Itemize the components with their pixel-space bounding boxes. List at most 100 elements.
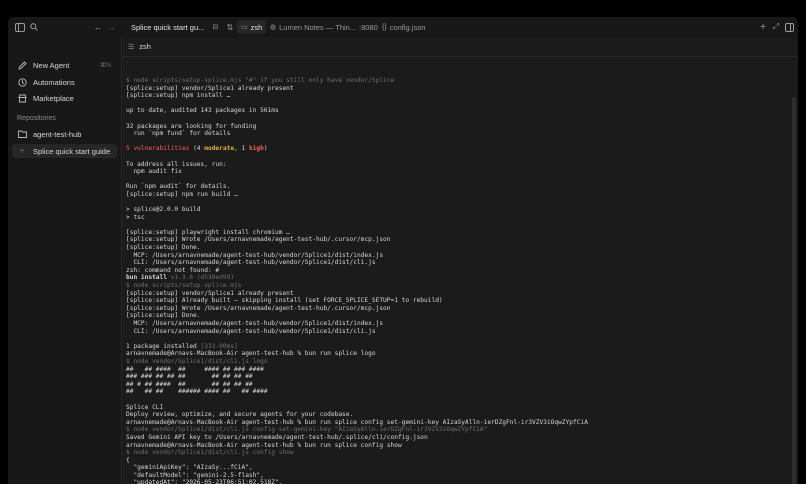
terminal-text: [splice:setup] Wrote /Users/arnavnemade/…	[126, 304, 391, 312]
terminal-line: $ node vendor/Splice1/dist/cli.js logo	[126, 358, 784, 366]
terminal-text: > tsc	[126, 213, 145, 221]
terminal-line: arnavnemade@Arnavs-MacBook-Air agent-tes…	[126, 442, 784, 450]
terminal-line: $ node scripts/setup-splice.mjs	[126, 282, 784, 290]
terminal-output[interactable]: $ node scripts/setup-splice.mjs "#" if y…	[126, 77, 784, 484]
terminal-text: bun install	[126, 274, 167, 282]
terminal-text: > splice@2.0.0 build	[126, 206, 201, 214]
repo-item-splice-quick-start-guide[interactable]: ⑂ Splice quick start guide	[12, 144, 117, 158]
terminal-text: [splice:setup] Already built — skipping …	[126, 297, 443, 305]
terminal-text: ## ## ## ###### #### ## ## ####	[126, 388, 268, 396]
terminal-line: run `npm fund` for details	[126, 130, 784, 138]
top-bar: ← → Splice quick start gu... ⊟ ⇅ ▭ zsh ◍…	[8, 17, 798, 38]
nav-marketplace[interactable]: Marketplace	[12, 91, 117, 105]
terminal-text: {	[126, 456, 130, 464]
terminal-text: up to date, audited 143 packages in 561m…	[126, 107, 279, 115]
terminal-text: Saved Gemini API key to /Users/arnavnema…	[126, 433, 428, 441]
terminal-text: run `npm fund` for details	[126, 130, 231, 138]
pencil-icon	[16, 60, 28, 70]
tab-splice-quick-start[interactable]: Splice quick start gu... ⊟	[128, 17, 218, 37]
plus-icon[interactable]: +	[757, 21, 769, 33]
terminal-text: $ node vendor/Splice1/dist/cli.js config…	[126, 449, 294, 457]
terminal-title: zsh	[139, 42, 151, 51]
tab-port-8080[interactable]: :8080	[356, 17, 378, 37]
tab-lumen-notes[interactable]: ◍ Lumen Notes — Thin...	[270, 17, 356, 37]
terminal-text: [splice:setup] Wrote /Users/arnavnemade/…	[126, 236, 391, 244]
tab-config-json[interactable]: {} config.json	[382, 17, 426, 37]
tab-zsh[interactable]: ▭ zsh	[237, 20, 267, 34]
terminal-text: "defaultModel": "gemini-2.5-flash",	[126, 471, 264, 479]
store-icon	[16, 94, 28, 103]
terminal-line: 1 package installed [333.00ms]	[126, 343, 784, 351]
terminal-line: "defaultModel": "gemini-2.5-flash",	[126, 472, 784, 480]
nav-new-agent[interactable]: New Agent ⌘N	[12, 58, 117, 72]
terminal-line: MCP: /Users/arnavnemade/agent-test-hub/v…	[126, 252, 784, 260]
terminal-text: [splice:setup] vendor/Splice1 already pr…	[126, 84, 294, 92]
terminal-line: CLI: /Users/arnavnemade/agent-test-hub/v…	[126, 328, 784, 336]
terminal-text: [splice:setup] playwright install chromi…	[126, 228, 290, 236]
main-panel: ☰ zsh $ node scripts/setup-splice.mjs "#…	[122, 37, 798, 484]
terminal-text: MCP: /Users/arnavnemade/agent-test-hub/v…	[126, 320, 384, 327]
terminal-line: [splice:setup] vendor/Splice1 already pr…	[126, 85, 784, 93]
tab-label: :8080	[359, 22, 378, 32]
tab-label: Lumen Notes — Thin...	[279, 22, 357, 32]
expand-icon[interactable]: ⤢	[770, 21, 782, 33]
terminal-text: $ node vendor/Splice1/dist/cli.js config…	[126, 426, 488, 434]
terminal-text: [splice:setup] Done.	[126, 244, 201, 252]
terminal-text: (4	[189, 145, 205, 153]
terminal-line: 5 vulnerabilities (4 moderate, 1 high)	[126, 145, 784, 153]
clock-icon	[16, 77, 28, 87]
terminal-text: [splice:setup] vendor/Splice1 already pr…	[126, 289, 294, 297]
scrollbar[interactable]	[792, 97, 796, 484]
terminal-text: [splice:setup] Done.	[126, 312, 201, 320]
repo-item-agent-test-hub[interactable]: agent-test-hub	[12, 127, 117, 141]
terminal-line: CLI: /Users/arnavnemade/agent-test-hub/v…	[126, 259, 784, 267]
terminal-text: 32 packages are looking for funding	[126, 122, 257, 130]
terminal-line: [splice:setup] Wrote /Users/arnavnemade/…	[126, 236, 784, 244]
terminal-text: "geminiApiKey": "AIzaSy...fCiA",	[126, 464, 253, 472]
archive-icon[interactable]: ⊟	[212, 23, 218, 31]
terminal-line: [splice:setup] npm run build …	[126, 191, 784, 199]
terminal-text: zsh: command not found: #	[126, 266, 220, 274]
terminal-line: $ node scripts/setup-splice.mjs "#" if y…	[126, 77, 784, 85]
terminal-text: arnavnemade@Arnavs-MacBook-Air agent-tes…	[126, 350, 376, 358]
sidebar-toggle-icon[interactable]	[14, 21, 26, 33]
diff-icon[interactable]: ⇅	[224, 21, 236, 33]
terminal-text: Run `npm audit` for details.	[126, 183, 231, 191]
terminal-text: [splice:setup] npm install …	[126, 92, 231, 100]
repo-label: agent-test-hub	[33, 129, 82, 139]
terminal-text: ## # ## #### ## ## ## ## ##	[126, 380, 253, 388]
split-view-icon[interactable]	[783, 21, 795, 33]
repositories-label: Repositories	[17, 115, 56, 122]
nav-automations[interactable]: Automations	[12, 75, 117, 89]
terminal-line: arnavnemade@Arnavs-MacBook-Air agent-tes…	[126, 350, 784, 358]
list-icon: ☰	[128, 43, 135, 51]
terminal-text: npm audit fix	[126, 168, 182, 176]
repo-label: Splice quick start guide	[33, 146, 111, 156]
terminal-text: To address all issues, run:	[126, 160, 227, 168]
search-icon[interactable]	[28, 21, 40, 33]
terminal-text: , 1	[234, 145, 249, 153]
terminal-line: Splice CLI	[126, 404, 784, 412]
terminal-line: To address all issues, run:	[126, 161, 784, 169]
braces-icon: {}	[382, 23, 387, 31]
terminal-line: up to date, audited 143 packages in 561m…	[126, 107, 784, 115]
nav-label: New Agent	[33, 60, 70, 70]
forward-arrow-icon[interactable]: →	[105, 21, 117, 33]
terminal-line: ## ## #### ## #### ## ### ####	[126, 366, 784, 374]
terminal-line: bun install v1.3.6 (d530ed99)	[126, 274, 784, 282]
terminal-line: {	[126, 457, 784, 465]
terminal-text: 5 vulnerabilities	[126, 145, 190, 153]
app-window: ← → Splice quick start gu... ⊟ ⇅ ▭ zsh ◍…	[8, 17, 798, 484]
back-arrow-icon[interactable]: ←	[92, 21, 104, 33]
terminal-line: [splice:setup] npm install …	[126, 92, 784, 100]
tab-label: config.json	[389, 22, 426, 32]
terminal-line: Deploy review, optimize, and secure agen…	[126, 411, 784, 419]
terminal-line: > splice@2.0.0 build	[126, 206, 784, 214]
terminal-line: "geminiApiKey": "AIzaSy...fCiA",	[126, 464, 784, 472]
terminal-text: Deploy review, optimize, and secure agen…	[126, 411, 354, 419]
folder-icon	[16, 130, 28, 138]
